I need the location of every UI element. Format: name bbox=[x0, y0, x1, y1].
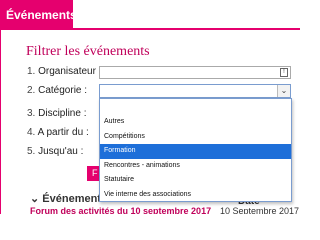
organisateur-label: 1. Organisateur : bbox=[27, 66, 102, 77]
categorie-label: 2. Catégorie : bbox=[27, 85, 87, 96]
categorie-dropdown-list: Autres Compétitions Formation Rencontres… bbox=[99, 98, 292, 202]
dropdown-option-highlighted[interactable]: Formation bbox=[100, 144, 291, 159]
events-tab[interactable]: Événements bbox=[0, 0, 77, 30]
dropdown-option[interactable]: Rencontres - animations bbox=[100, 159, 291, 174]
dropdown-option[interactable]: Statutaire bbox=[100, 173, 291, 188]
dropdown-option[interactable]: Vie interne des associations bbox=[100, 188, 291, 203]
top-divider bbox=[0, 28, 300, 30]
categorie-select[interactable]: ⌄ bbox=[99, 84, 291, 98]
row-label-text: Catégorie : bbox=[38, 85, 88, 96]
chevron-down-icon: ⌄ bbox=[30, 193, 40, 205]
filter-title: Filtrer les événements bbox=[26, 44, 150, 59]
row-number: 4. bbox=[27, 127, 36, 138]
row-number: 2. bbox=[27, 85, 36, 96]
event-link[interactable]: Forum des activités du 10 septembre 2017 bbox=[30, 206, 211, 214]
organisateur-input[interactable]: ! bbox=[99, 66, 291, 79]
row-number: 1. bbox=[27, 66, 36, 77]
row-number: 5. bbox=[27, 146, 36, 157]
panel-left-border bbox=[0, 30, 1, 214]
end-date-label: 5. Jusqu'au : bbox=[27, 146, 83, 157]
event-sort-header[interactable]: ⌄ Événement bbox=[30, 192, 101, 205]
row-number: 3. bbox=[27, 108, 36, 119]
start-date-label: 4. A partir du : bbox=[27, 127, 89, 138]
row-label-text: Discipline : bbox=[38, 108, 87, 119]
top-bar: Événements bbox=[0, 0, 300, 30]
event-column-label: Événement bbox=[42, 193, 101, 205]
row-label-text: Organisateur : bbox=[38, 66, 102, 77]
chevron-down-icon[interactable]: ⌄ bbox=[277, 85, 290, 97]
row-label-text: Jusqu'au : bbox=[38, 146, 84, 157]
clipboard-icon[interactable]: ! bbox=[280, 68, 288, 77]
event-date: 10 Septembre 2017 bbox=[220, 206, 300, 214]
discipline-label: 3. Discipline : bbox=[27, 108, 86, 119]
dropdown-empty-option[interactable] bbox=[100, 99, 291, 115]
row-label-text: A partir du : bbox=[37, 127, 89, 138]
table-row: Forum des activités du 10 septembre 2017… bbox=[24, 206, 300, 214]
dropdown-option[interactable]: Compétitions bbox=[100, 130, 291, 145]
dropdown-option[interactable]: Autres bbox=[100, 115, 291, 130]
